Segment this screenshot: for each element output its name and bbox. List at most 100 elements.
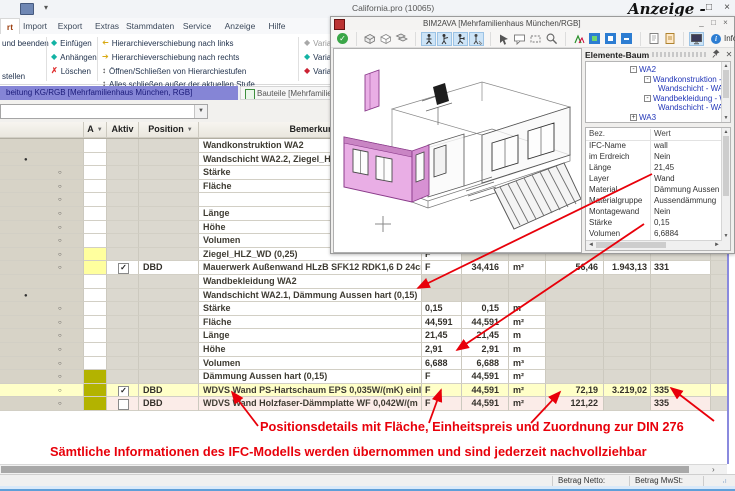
props-vertical-scrollbar[interactable]: ▲ ▼ — [721, 128, 730, 250]
prop-row[interactable]: IFC-Namewall — [586, 141, 722, 152]
tab-hilfe[interactable]: Hilfe — [264, 18, 290, 34]
person-move-icon[interactable] — [453, 32, 468, 46]
open-close-hierarchy-button[interactable]: ↕Öffnen/Schließen von Hierarchiestufen — [102, 65, 246, 77]
prop-row[interactable]: Stärke0,15 — [586, 218, 722, 229]
tab-import[interactable]: Import — [20, 18, 50, 34]
nav-pointer-icon[interactable] — [496, 32, 511, 46]
tree-item[interactable]: +WA3 — [630, 113, 656, 122]
cube-icon[interactable] — [362, 32, 377, 46]
resize-grip-icon[interactable]: ⠴ — [722, 477, 728, 485]
collapse-icon[interactable]: - — [630, 66, 637, 73]
tree-item[interactable]: -Wandkonstruktion - WA2 — [644, 75, 731, 84]
cube-stack-icon[interactable] — [394, 32, 409, 46]
close-button[interactable]: × — [719, 1, 735, 14]
table-row[interactable]: ○✓DBDWDVS Wand PS-Hartschaum EPS 0,035W/… — [0, 384, 729, 398]
quick-access-caret-icon[interactable]: ▾ — [44, 3, 48, 12]
props-horizontal-scrollbar[interactable]: ◄ ► — [586, 240, 722, 250]
cell-hierarchy: ○ — [0, 180, 84, 194]
panel-header[interactable]: Elemente-Baum ✕ — [585, 48, 734, 61]
person-point-icon[interactable] — [437, 32, 452, 46]
prop-row[interactable]: MontagewandNein — [586, 207, 722, 218]
bim-minimize-button[interactable]: _ — [696, 18, 707, 28]
bim-maximize-button[interactable]: □ — [708, 18, 719, 28]
tab-extras[interactable]: Extras — [92, 18, 122, 34]
table-row[interactable]: ○Höhe2,912,91m — [0, 343, 729, 357]
table-row[interactable]: ○Fläche44,59144,591m² — [0, 316, 729, 330]
tree-vertical-scrollbar[interactable]: ▲ ▼ — [721, 62, 730, 122]
select-rect-icon[interactable] — [528, 32, 543, 46]
tab-anzeige[interactable]: Anzeige — [222, 18, 258, 34]
table-row[interactable]: ○✓DBDMauerwerk Außenwand HLzB SFK12 RDK1… — [0, 261, 729, 275]
filter-combobox[interactable]: ▼ — [0, 104, 208, 119]
monitor-icon[interactable] — [689, 32, 704, 46]
bim-close-button[interactable]: × — [720, 18, 731, 28]
cell-einheitspreis — [546, 370, 604, 384]
element-tree[interactable]: -WA2-Wandkonstruktion - WA2Wandschicht -… — [585, 61, 731, 123]
blue-square-green-icon[interactable] — [587, 32, 602, 46]
table-row[interactable]: ●Wandschicht WA2.1, Dämmung Aussen hart … — [0, 289, 729, 303]
report-icon[interactable] — [646, 32, 661, 46]
table-row[interactable]: ○Volumen6,6886,688m³ — [0, 357, 729, 371]
prop-row[interactable]: MaterialgruppeAussendämmung — [586, 196, 722, 207]
hierarchy-shift-right-button[interactable]: ➔Hierarchieverschiebung nach rechts — [102, 51, 239, 63]
delete-button[interactable]: ✗Löschen — [51, 65, 91, 77]
tab-export[interactable]: Export — [54, 18, 86, 34]
scrollbar-thumb[interactable] — [1, 466, 689, 473]
tab-start[interactable]: rt — [0, 18, 20, 35]
model-tree-icon[interactable] — [571, 32, 586, 46]
table-row[interactable]: Wandbekleidung WA2 — [0, 275, 729, 289]
panel-close-icon[interactable]: ✕ — [724, 50, 734, 59]
tab-stammdaten[interactable]: Stammdaten — [126, 18, 174, 34]
table-row[interactable]: ○DBDWDVS Wand Holzfaser-Dämmplatte WF 0,… — [0, 397, 729, 411]
pin-icon[interactable] — [711, 49, 721, 60]
cube-icon[interactable] — [378, 32, 393, 46]
bim2ava-window[interactable]: BIM2AVA [Mehrfamilienhaus München/RGB] _… — [330, 16, 735, 254]
prop-key: IFC-Name — [586, 141, 650, 152]
aktiv-checkbox[interactable]: ✓ — [118, 263, 129, 274]
hierarchy-shift-left-button[interactable]: ➔Hierarchieverschiebung nach links — [102, 37, 234, 49]
collapse-icon[interactable]: - — [644, 95, 651, 102]
comment-icon[interactable] — [512, 32, 527, 46]
table-row[interactable]: ○Dämmung Aussen hart (0,15)F44,591m² — [0, 370, 729, 384]
prop-key: Materialgruppe — [586, 196, 650, 207]
chevron-down-icon[interactable]: ▼ — [194, 105, 207, 118]
zoom-icon[interactable] — [544, 32, 559, 46]
table-row[interactable]: ○Länge21,4521,45m — [0, 329, 729, 343]
blue-square-flat-icon[interactable] — [619, 32, 634, 46]
export-doc-icon[interactable] — [662, 32, 677, 46]
prop-row[interactable]: MaterialDämmung Aussen hart — [586, 185, 722, 196]
scroll-right-icon[interactable]: › — [712, 465, 715, 474]
bim-titlebar[interactable]: BIM2AVA [Mehrfamilienhaus München/RGB] _… — [331, 17, 734, 31]
tab-bearbeitung-kg-rgb[interactable]: beitung KG/RGB [Mehrfamilienhaus München… — [0, 86, 238, 100]
info-button[interactable]: i Info ▼ — [711, 34, 735, 44]
walk-person-icon[interactable] — [421, 32, 436, 46]
prop-row[interactable]: im ErdreichNein — [586, 152, 722, 163]
person-hatch-icon[interactable] — [469, 32, 484, 46]
maximize-button[interactable]: □ — [701, 1, 717, 14]
app-icon[interactable] — [20, 3, 34, 15]
confirm-icon[interactable]: ✓ — [335, 32, 350, 46]
element-properties[interactable]: Bez.WertIFC-Namewallim ErdreichNeinLänge… — [585, 127, 731, 251]
aktiv-checkbox[interactable]: ✓ — [118, 386, 129, 397]
expand-icon[interactable]: + — [630, 114, 637, 121]
aktiv-checkbox[interactable] — [118, 399, 129, 410]
collapse-icon[interactable]: - — [644, 76, 651, 83]
blue-square-icon[interactable] — [603, 32, 618, 46]
tab-service[interactable]: Service — [180, 18, 214, 34]
prop-row[interactable]: LayerWand — [586, 174, 722, 185]
tree-item[interactable]: -WA2 — [630, 65, 656, 74]
prop-row[interactable]: Länge21,45 — [586, 163, 722, 174]
horizontal-scrollbar[interactable]: › — [0, 464, 727, 474]
append-button[interactable]: ◆Anhängen — [51, 51, 97, 63]
restore-button[interactable]: stellen — [2, 70, 25, 82]
bim-3d-viewport[interactable] — [333, 48, 582, 253]
tree-item[interactable]: -Wandbekleidung - WA2 — [644, 94, 731, 103]
header-aktiv[interactable]: Aktiv — [107, 122, 139, 138]
prop-key: Bez. — [586, 129, 650, 140]
insert-button[interactable]: ◆Einfügen — [51, 37, 92, 49]
header-a[interactable]: A▼ — [84, 122, 107, 138]
save-and-exit-button[interactable]: und beenden — [2, 37, 49, 49]
header-position[interactable]: Position▼ — [139, 122, 199, 138]
prop-row[interactable]: Volumen6,6884 — [586, 229, 722, 240]
table-row[interactable]: ○Stärke0,150,15m — [0, 302, 729, 316]
